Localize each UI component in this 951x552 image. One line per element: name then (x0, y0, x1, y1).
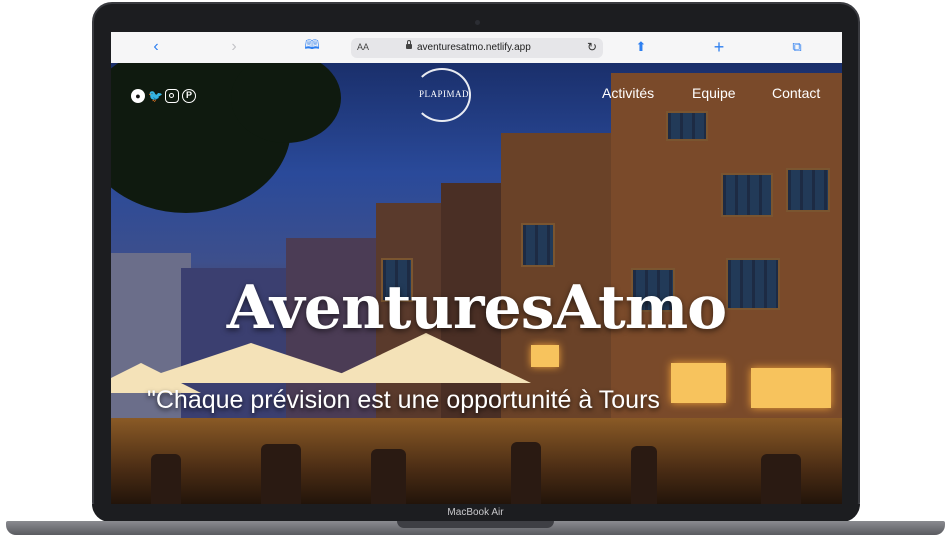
crowd (371, 449, 406, 504)
nav-activites[interactable]: Activités (602, 85, 654, 101)
chevron-right-icon[interactable]: › (227, 38, 241, 56)
hero-quote: "Chaque prévision est une opportunité à … (147, 386, 660, 414)
hero-title: AventuresAtmo (226, 273, 727, 343)
window (521, 223, 555, 267)
lit-storefront (751, 368, 831, 408)
social-links: ● 🐦 P (131, 89, 196, 103)
text-size-button[interactable]: AA (357, 42, 369, 52)
plus-icon[interactable]: + (712, 37, 726, 57)
chevron-left-icon[interactable]: ‹ (149, 38, 163, 56)
window (666, 111, 708, 141)
terrace-ground (111, 418, 842, 504)
reload-icon[interactable]: ↻ (587, 40, 597, 54)
address-bar[interactable]: AA aventuresatmo.netlify.app ↻ (351, 38, 603, 58)
url-text: aventuresatmo.netlify.app (417, 42, 531, 53)
instagram-icon[interactable] (165, 89, 179, 103)
laptop-notch (397, 521, 554, 528)
github-icon[interactable]: ● (131, 89, 145, 103)
device-label: MacBook Air (447, 507, 504, 518)
browser-toolbar: ‹ › 🕮 AA aventuresatmo.netlify.app ↻ ⬆ +… (111, 32, 842, 64)
share-icon[interactable]: ⬆ (634, 38, 648, 56)
camera-icon (475, 20, 480, 25)
tabs-icon[interactable]: ⧉ (789, 38, 805, 56)
lock-icon (406, 40, 412, 49)
crowd (761, 454, 801, 504)
lit-window (531, 345, 559, 367)
logo-text: PLAPIMAD (419, 89, 470, 99)
pinterest-icon[interactable]: P (182, 89, 196, 103)
building (611, 73, 842, 418)
nav-equipe[interactable]: Equipe (692, 85, 736, 101)
window (721, 173, 773, 217)
window (786, 168, 830, 212)
crowd (631, 446, 657, 504)
lit-storefront (671, 363, 726, 403)
crowd (261, 444, 301, 504)
hero-section: ● 🐦 P PLAPIMAD Activités Equipe Contact … (111, 63, 842, 504)
crowd (151, 454, 181, 504)
laptop-screen: ‹ › 🕮 AA aventuresatmo.netlify.app ↻ ⬆ +… (111, 32, 842, 504)
book-icon[interactable]: 🕮 (304, 37, 320, 56)
twitter-icon[interactable]: 🐦 (148, 89, 163, 103)
nav-contact[interactable]: Contact (772, 85, 820, 101)
crowd (511, 442, 541, 504)
site-logo[interactable]: PLAPIMAD (413, 68, 471, 122)
